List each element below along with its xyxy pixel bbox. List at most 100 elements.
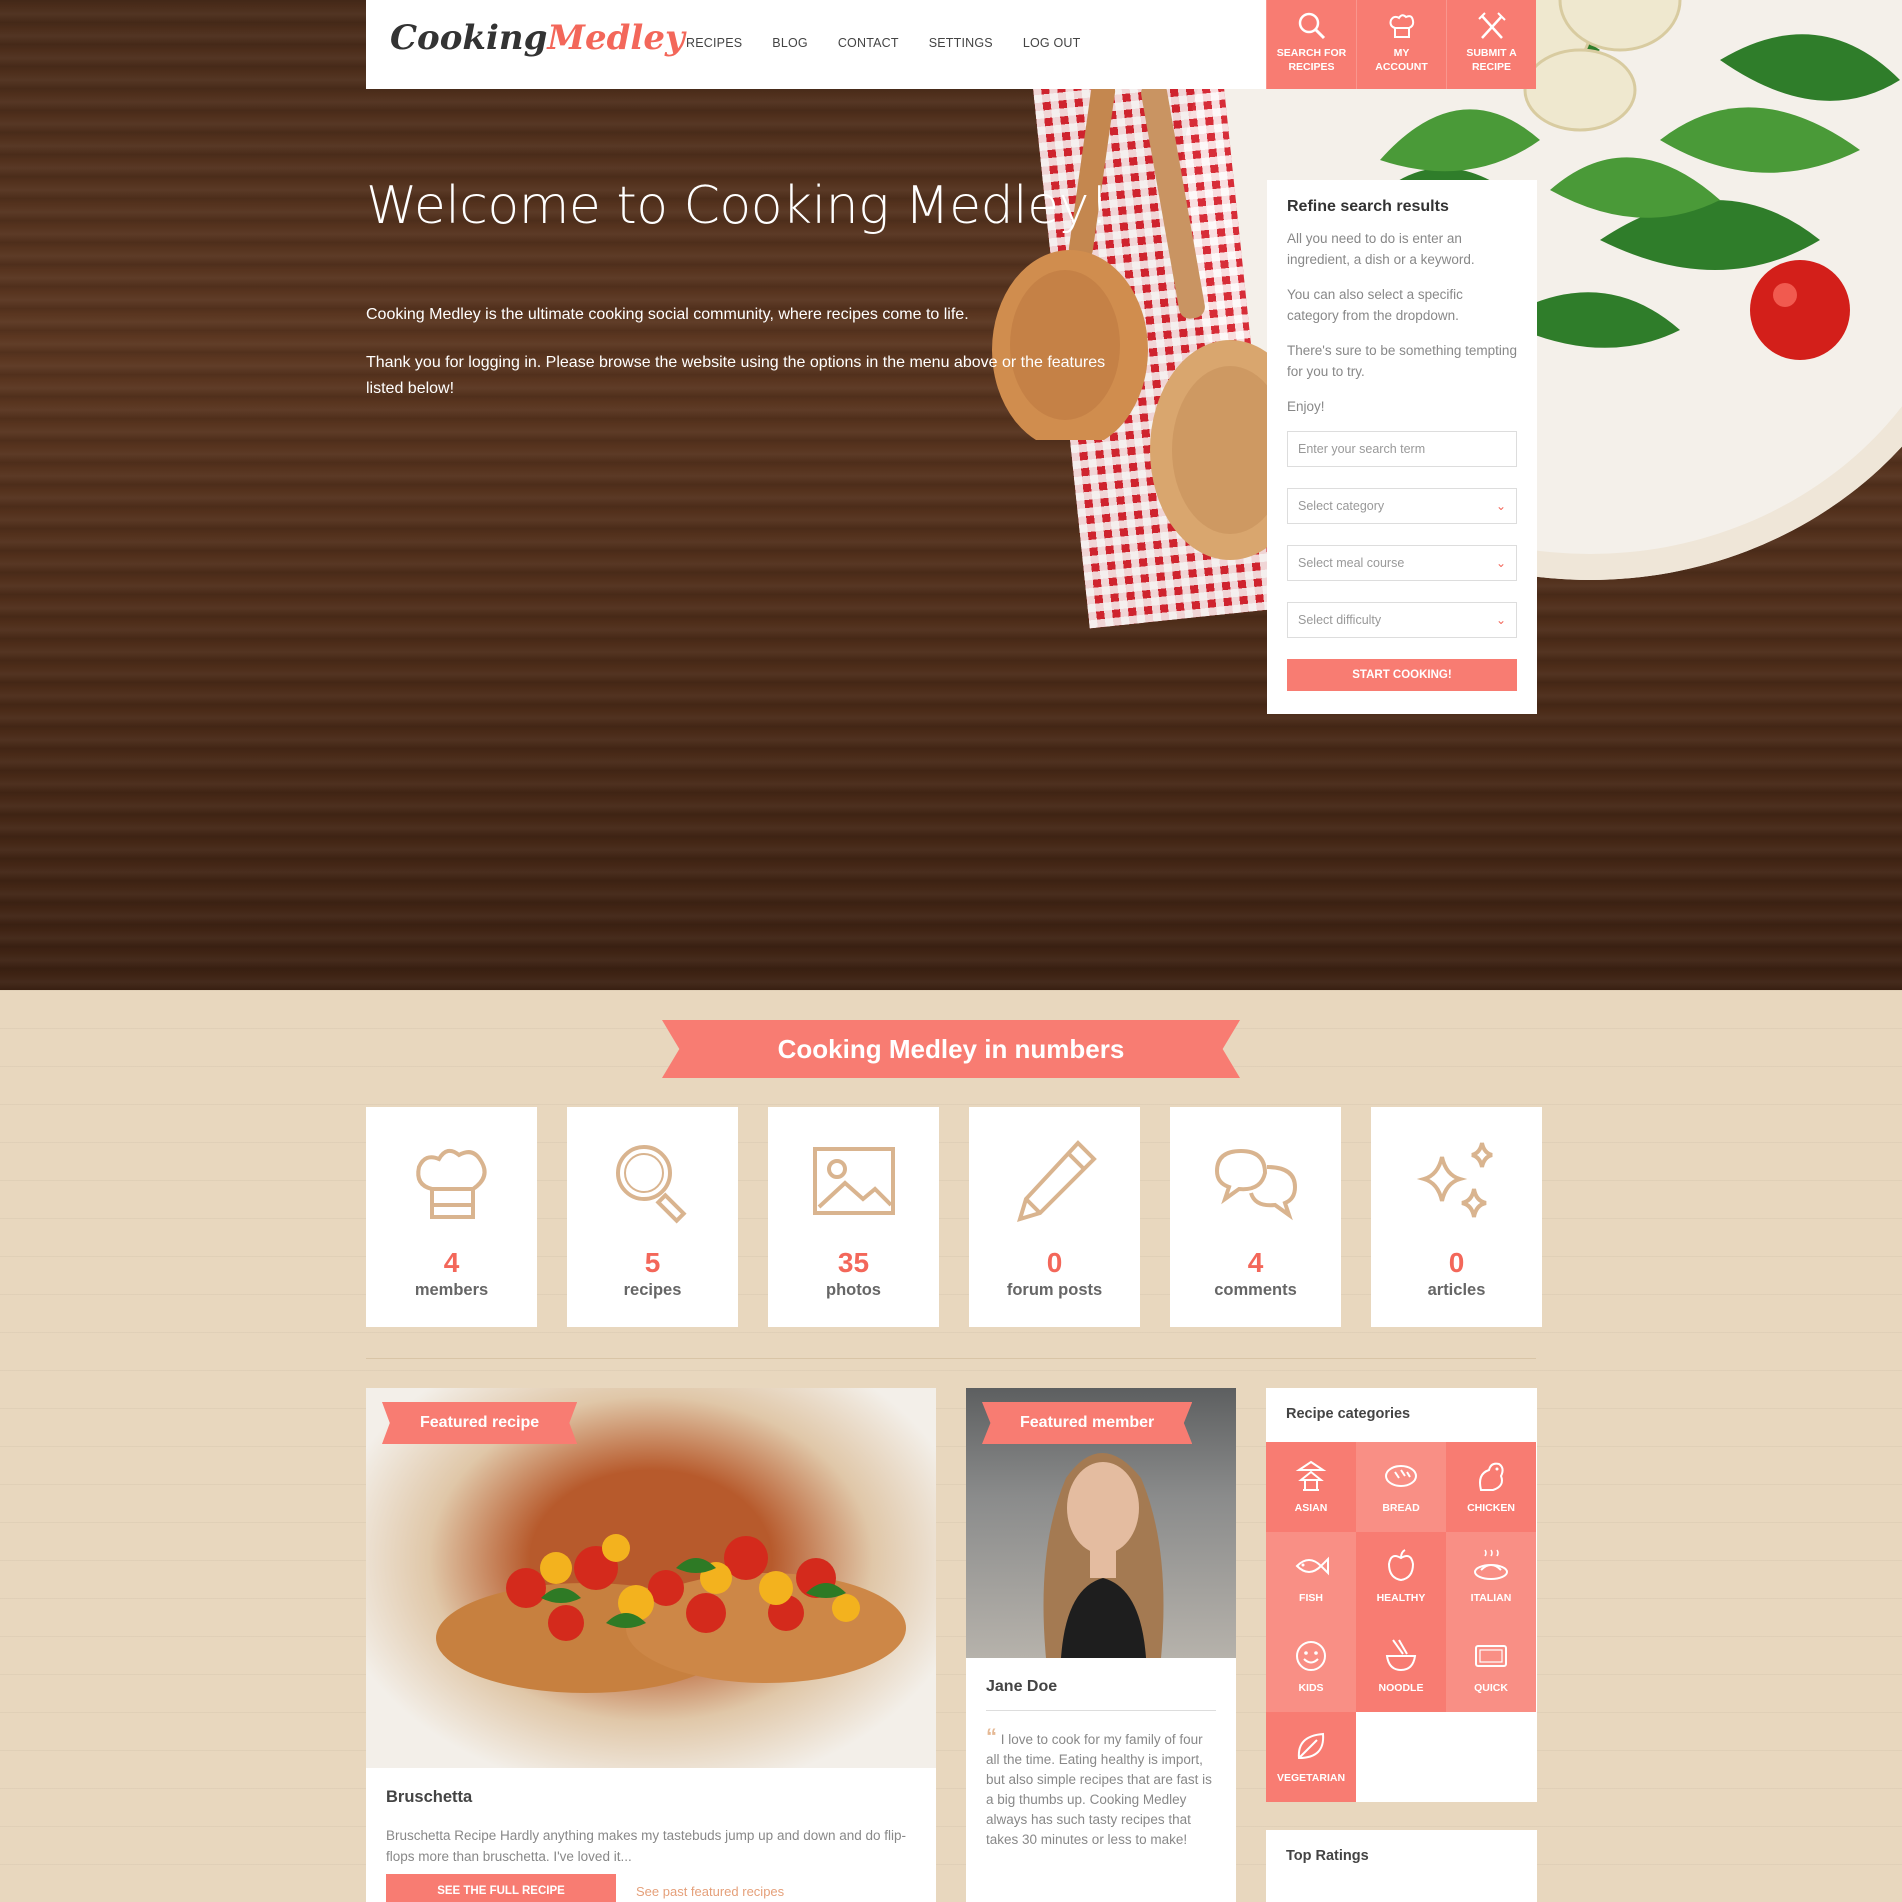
submit-recipe-label-1: SUBMIT A (1466, 47, 1517, 59)
quote-icon: “ (986, 1724, 997, 1749)
stat-recipes-label: recipes (623, 1281, 682, 1299)
meal-course-select[interactable]: Select meal course ⌄ (1287, 545, 1517, 581)
search-recipes-label-2: RECIPES (1288, 61, 1335, 73)
site-logo[interactable]: CookingMedley (390, 18, 685, 58)
leaf-icon (1297, 1732, 1325, 1760)
chef-hat-icon (415, 1148, 487, 1219)
category-quick[interactable]: QUICK (1446, 1622, 1536, 1712)
past-featured-recipes-link[interactable]: See past featured recipes (636, 1884, 784, 1899)
lower-section: Cooking Medley in numbers 4 members 5 re… (0, 990, 1902, 1902)
chevron-down-icon: ⌄ (1495, 499, 1506, 513)
apple-icon (1387, 1549, 1415, 1582)
navbar: CookingMedley RECIPES BLOG CONTACT SETTI… (366, 0, 1536, 89)
featured-member-quote: I love to cook for my family of four all… (986, 1732, 1212, 1847)
search-recipes-label-1: SEARCH FOR (1276, 47, 1347, 59)
smiley-icon (1296, 1641, 1326, 1671)
search-recipes-button[interactable]: SEARCH FOR RECIPES (1266, 0, 1356, 89)
difficulty-select-value: Select difficulty (1298, 613, 1382, 627)
member-divider (986, 1710, 1216, 1711)
stat-comments-number: 4 (1247, 1247, 1264, 1278)
stat-photos-number: 35 (837, 1247, 870, 1278)
nav-link-blog[interactable]: BLOG (772, 36, 808, 50)
my-account-button[interactable]: MY ACCOUNT (1356, 0, 1446, 89)
nav-link-recipes[interactable]: RECIPES (686, 36, 742, 50)
category-chicken[interactable]: CHICKEN (1446, 1442, 1536, 1532)
stat-articles: 0 articles (1371, 1107, 1542, 1327)
image-icon (812, 1147, 895, 1215)
my-account-label-2: ACCOUNT (1375, 61, 1428, 73)
difficulty-select[interactable]: Select difficulty ⌄ (1287, 602, 1517, 638)
chef-hat-icon (1389, 14, 1414, 38)
category-healthy-label: HEALTHY (1376, 1592, 1426, 1604)
featured-member-photo[interactable]: Featured member (966, 1388, 1236, 1658)
stat-members-number: 4 (443, 1247, 460, 1278)
logo-part-2: Medley (547, 18, 685, 58)
nav-link-settings[interactable]: SETTINGS (929, 36, 993, 50)
hero-title: Welcome to Cooking Medley! (366, 176, 1110, 236)
meal-course-select-value: Select meal course (1298, 556, 1405, 570)
section-divider (366, 1358, 1536, 1359)
search-help-2: You can also select a specific category … (1287, 287, 1463, 323)
featured-recipe-image[interactable]: Featured recipe (366, 1388, 936, 1768)
category-healthy[interactable]: HEALTHY (1356, 1532, 1446, 1622)
hero-intro: Cooking Medley is the ultimate cooking s… (366, 306, 969, 323)
sparkle-icon (1416, 1142, 1493, 1218)
hero-instructions: Thank you for logging in. Please browse … (366, 354, 1106, 397)
stat-forum-posts: 0 forum posts (969, 1107, 1140, 1327)
stat-articles-number: 0 (1448, 1247, 1465, 1278)
category-bread[interactable]: BREAD (1356, 1442, 1446, 1532)
category-italian[interactable]: ITALIAN (1446, 1532, 1536, 1622)
category-asian[interactable]: ASIAN (1266, 1442, 1356, 1532)
featured-member-tag: Featured member (982, 1402, 1193, 1444)
category-chicken-label: CHICKEN (1467, 1502, 1515, 1514)
stat-members: 4 members (366, 1107, 537, 1327)
chicken-icon (1479, 1462, 1504, 1491)
noodle-bowl-icon (1385, 1639, 1417, 1672)
search-help-1: All you need to do is enter an ingredien… (1287, 231, 1475, 267)
bread-icon (1385, 1465, 1417, 1487)
category-fish-label: FISH (1299, 1592, 1323, 1604)
featured-recipe-title[interactable]: Bruschetta (386, 1788, 916, 1807)
timer-display-icon (1475, 1645, 1507, 1667)
category-asian-label: ASIAN (1294, 1502, 1328, 1514)
nav-link-contact[interactable]: CONTACT (838, 36, 899, 50)
top-ratings-title: Top Ratings (1286, 1848, 1369, 1864)
featured-recipe-tag: Featured recipe (382, 1402, 578, 1444)
chevron-down-icon: ⌄ (1495, 613, 1506, 627)
refine-search-panel: Refine search results All you need to do… (1267, 180, 1537, 714)
search-term-placeholder: Enter your search term (1298, 442, 1426, 456)
category-fish[interactable]: FISH (1266, 1532, 1356, 1622)
featured-member-name[interactable]: Jane Doe (986, 1678, 1216, 1696)
submit-recipe-button[interactable]: SUBMIT A RECIPE (1446, 0, 1536, 89)
featured-recipe-excerpt: Bruschetta Recipe Hardly anything makes … (386, 1828, 907, 1864)
start-cooking-button[interactable]: START COOKING! (1287, 659, 1517, 691)
search-term-input[interactable]: Enter your search term (1287, 431, 1517, 467)
stat-forum-posts-number: 0 (1046, 1247, 1063, 1278)
recipe-categories-panel: Recipe categories ASIAN BREAD CHICKEN FI… (1266, 1388, 1537, 1802)
category-vegetarian-label: VEGETARIAN (1276, 1772, 1346, 1784)
stat-recipes-number: 5 (644, 1247, 661, 1278)
bruschetta-illustration (436, 1534, 906, 1693)
stat-recipes: 5 recipes (567, 1107, 738, 1327)
category-kids-label: KIDS (1298, 1682, 1324, 1694)
stat-photos-label: photos (826, 1281, 881, 1299)
chevron-down-icon: ⌄ (1495, 556, 1506, 570)
fork-knife-icon (1477, 12, 1506, 39)
nav-link-logout[interactable]: LOG OUT (1023, 36, 1081, 50)
see-full-recipe-button[interactable]: SEE THE FULL RECIPE (386, 1874, 616, 1902)
stats-row: 4 members 5 recipes 35 photos 0 forum po… (366, 1107, 1542, 1327)
category-kids[interactable]: KIDS (1266, 1622, 1356, 1712)
pagoda-icon (1295, 1460, 1327, 1491)
main-nav: RECIPES BLOG CONTACT SETTINGS LOG OUT (686, 36, 1080, 50)
stat-forum-posts-label: forum posts (1006, 1281, 1103, 1299)
search-icon (1298, 12, 1325, 40)
category-vegetarian[interactable]: VEGETARIAN (1266, 1712, 1356, 1802)
search-help-3: There's sure to be something tempting fo… (1287, 343, 1517, 379)
stat-comments: 4 comments (1170, 1107, 1341, 1327)
pencil-icon (1016, 1140, 1097, 1222)
search-icon (615, 1145, 687, 1224)
category-noodle[interactable]: NOODLE (1356, 1622, 1446, 1712)
category-select[interactable]: Select category ⌄ (1287, 488, 1517, 524)
fish-icon (1295, 1556, 1329, 1576)
logo-part-1: Cooking (390, 18, 548, 58)
